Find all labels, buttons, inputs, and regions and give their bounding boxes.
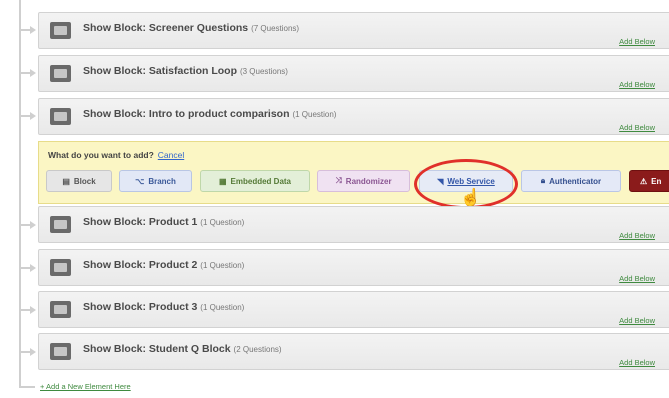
- flow-arrow: [20, 263, 38, 273]
- add-below-link[interactable]: Add Below: [619, 37, 655, 46]
- warning-icon: ⚠: [640, 176, 648, 186]
- add-randomizer-button[interactable]: ⤨ Randomizer: [317, 170, 410, 192]
- block-row-product-2[interactable]: Show Block: Product 2 (1 Question) Add B…: [38, 249, 669, 286]
- block-icon: [50, 259, 71, 276]
- block-icon: [50, 343, 71, 360]
- block-title: Show Block: Product 3 (1 Question): [83, 301, 245, 313]
- block-icon: [50, 301, 71, 318]
- question-count: (1 Question): [200, 218, 245, 227]
- block-row-product-3[interactable]: Show Block: Product 3 (1 Question) Add B…: [38, 291, 669, 328]
- block-title: Show Block: Satisfaction Loop (3 Questio…: [83, 65, 288, 77]
- block-row-product-1[interactable]: Show Block: Product 1 (1 Question) Add B…: [38, 206, 669, 243]
- question-count: (2 Questions): [233, 345, 282, 354]
- web-service-icon: ◥: [437, 176, 444, 186]
- add-below-link[interactable]: Add Below: [619, 123, 655, 132]
- block-row-intro-product-comparison[interactable]: Show Block: Intro to product comparison …: [38, 98, 669, 135]
- block-icon: [50, 65, 71, 82]
- lock-icon: 🔒︎: [540, 176, 546, 185]
- add-new-element-link[interactable]: + Add a New Element Here: [40, 382, 131, 391]
- block-icon: [50, 108, 71, 125]
- block-icon: [50, 22, 71, 39]
- add-embedded-data-button[interactable]: ▦ Embedded Data: [200, 170, 310, 192]
- block-row-satisfaction-loop[interactable]: Show Block: Satisfaction Loop (3 Questio…: [38, 55, 669, 92]
- block-title: Show Block: Product 2 (1 Question): [83, 259, 245, 271]
- add-below-link[interactable]: Add Below: [619, 231, 655, 240]
- question-count: (1 Question): [200, 303, 245, 312]
- flow-arrow: [20, 25, 38, 35]
- question-count: (7 Questions): [251, 24, 300, 33]
- block-title: Show Block: Student Q Block (2 Questions…: [83, 343, 282, 355]
- add-end-of-survey-button[interactable]: ⚠ En: [629, 170, 669, 192]
- add-authenticator-button[interactable]: 🔒︎ Authenticator: [521, 170, 621, 192]
- block-title: Show Block: Screener Questions (7 Questi…: [83, 22, 300, 34]
- flow-arrow: [20, 111, 38, 121]
- add-below-link[interactable]: Add Below: [619, 274, 655, 283]
- block-title: Show Block: Intro to product comparison …: [83, 108, 337, 120]
- add-below-link[interactable]: Add Below: [619, 80, 655, 89]
- add-element-panel: What do you want to add? Cancel ▤ Block ⌥ B…: [38, 141, 669, 204]
- flow-end: [19, 386, 35, 388]
- question-count: (1 Question): [292, 110, 337, 119]
- add-below-link[interactable]: Add Below: [619, 358, 655, 367]
- add-prompt: What do you want to add? Cancel: [48, 150, 185, 160]
- question-count: (1 Question): [200, 261, 245, 270]
- cancel-link[interactable]: Cancel: [158, 150, 184, 160]
- add-branch-button[interactable]: ⌥ Branch: [119, 170, 192, 192]
- block-row-student-q-block[interactable]: Show Block: Student Q Block (2 Questions…: [38, 333, 669, 370]
- hand-cursor-icon: ☝: [460, 188, 482, 207]
- question-count: (3 Questions): [239, 67, 288, 76]
- block-icon: [50, 216, 71, 233]
- block-icon: ▤: [62, 176, 70, 186]
- embedded-data-icon: ▦: [218, 176, 227, 186]
- flow-arrow: [20, 305, 38, 315]
- flow-arrow: [20, 68, 38, 78]
- add-block-button[interactable]: ▤ Block: [46, 170, 112, 192]
- add-below-link[interactable]: Add Below: [619, 316, 655, 325]
- block-row-screener-questions[interactable]: Show Block: Screener Questions (7 Questi…: [38, 12, 669, 49]
- flow-line: [19, 0, 21, 388]
- flow-arrow: [20, 220, 38, 230]
- branch-icon: ⌥: [135, 176, 145, 186]
- randomizer-icon: ⤨: [335, 176, 342, 185]
- flow-arrow: [20, 347, 38, 357]
- block-title: Show Block: Product 1 (1 Question): [83, 216, 245, 228]
